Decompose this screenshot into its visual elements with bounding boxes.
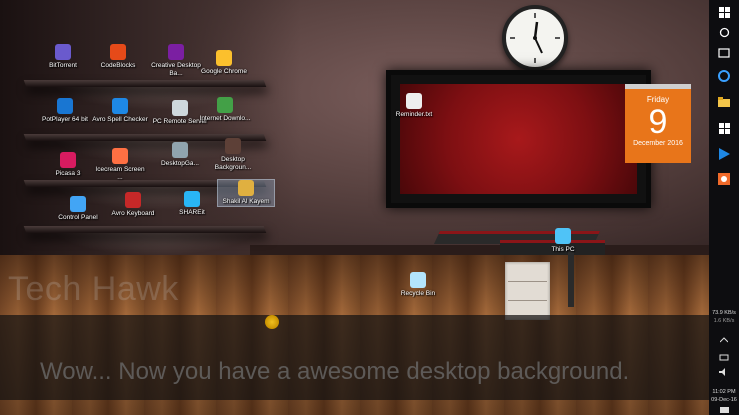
notification-icon — [719, 406, 729, 413]
control-panel-icon — [70, 196, 86, 212]
desktop-icon-label: This PC — [551, 246, 575, 253]
desktop-icon-label: Avro Spell Checker — [92, 116, 148, 123]
edge-button[interactable] — [714, 66, 734, 86]
bittorrent-icon — [55, 44, 71, 60]
desktop-icon-label: PotPlayer 64 bit — [42, 116, 88, 123]
desktop-gadgets-icon — [172, 142, 188, 158]
desktop-icon-label: Avro Keyboard — [111, 210, 155, 217]
desktop-icon-bittorrent[interactable]: BitTorrent — [35, 44, 91, 70]
desktop-icon-recycle-bin[interactable]: Recycle Bin — [390, 272, 446, 298]
tray-up-arrow[interactable] — [714, 330, 734, 350]
desktop-icon-chrome[interactable]: Google Chrome — [196, 50, 252, 76]
start-button[interactable] — [714, 2, 734, 22]
cursor-highlight — [265, 315, 279, 329]
desktop-icon-label: Icecream Screen ... — [95, 166, 145, 181]
desktop-icon-icecream[interactable]: Icecream Screen ... — [92, 148, 148, 181]
avro-spell-icon — [112, 98, 128, 114]
recycle-bin-icon — [410, 272, 426, 288]
play-icon — [719, 148, 730, 160]
desktop-background-icon — [225, 138, 241, 154]
desktop-icon-folder[interactable]: Shakil Al Kayem — [217, 179, 275, 207]
desktop-icon-label: Picasa 3 — [55, 170, 81, 177]
desktop-icon-control-panel[interactable]: Control Panel — [50, 196, 106, 222]
picasa-icon — [60, 152, 76, 168]
network-up: 73.9 KB/s — [712, 310, 736, 316]
desktop-icon-label: CodeBlocks — [100, 62, 136, 69]
creative-desktop-icon — [168, 44, 184, 60]
folder-icon — [238, 180, 254, 196]
avro-keyboard-icon — [125, 192, 141, 208]
desktop-icon-label: Internet Downlo... — [199, 115, 251, 122]
speaker-icon — [719, 368, 725, 376]
desktop-icon-label: Reminder.txt — [395, 111, 433, 118]
orange-app-icon — [718, 173, 730, 185]
file-explorer-button[interactable] — [714, 92, 734, 112]
desktop-icon-picasa[interactable]: Picasa 3 — [40, 152, 96, 178]
tray-volume[interactable] — [714, 362, 734, 382]
potplayer-icon — [57, 98, 73, 114]
desktop-icon-shareit[interactable]: SHAREit — [164, 191, 220, 217]
store-button[interactable] — [714, 118, 734, 138]
desktop-icon-desktop-background[interactable]: Desktop Backgroun... — [205, 138, 261, 171]
chevron-up-icon — [720, 337, 728, 343]
desktop-icon-idm[interactable]: Internet Downlo... — [197, 97, 253, 123]
icecream-icon — [112, 148, 128, 164]
shelf-4 — [23, 226, 267, 233]
desktop-icon-avro-keyboard[interactable]: Avro Keyboard — [105, 192, 161, 218]
desktop-icon-potplayer[interactable]: PotPlayer 64 bit — [37, 98, 93, 124]
desktop-icon-label: SHAREit — [179, 209, 205, 216]
red-board — [386, 70, 651, 208]
watermark: Tech Hawk — [8, 270, 179, 308]
search-button[interactable] — [714, 22, 734, 42]
desktop-icon-label: Desktop Backgroun... — [214, 156, 252, 171]
desktop-icon-this-pc[interactable]: This PC — [535, 228, 591, 254]
desk-drawers — [505, 262, 550, 320]
calendar-widget: Friday 9 December 2016 — [625, 84, 691, 163]
desktop-icon-label: Control Panel — [58, 214, 98, 221]
desktop-icon-codeblocks[interactable]: CodeBlocks — [90, 44, 146, 70]
desktop-icon-desktop-gadgets[interactable]: DesktopGa... — [152, 142, 208, 168]
desktop-icon-text-file[interactable]: Reminder.txt — [386, 93, 442, 119]
folder-icon — [718, 97, 730, 107]
shareit-icon — [184, 191, 200, 207]
desktop-icon-avro-spell[interactable]: Avro Spell Checker — [92, 98, 148, 124]
calendar-month-year: December 2016 — [633, 140, 683, 147]
this-pc-icon — [555, 228, 571, 244]
idm-icon — [217, 97, 233, 113]
pc-remote-icon — [172, 100, 188, 116]
taskbar: 73.9 KB/s 1.6 KB/s 11:02 PM 09-Dec-16 — [709, 0, 739, 415]
desktop-icon-label: Recycle Bin — [400, 290, 436, 297]
shelf-1 — [23, 80, 267, 87]
clock-date[interactable]: 09-Dec-16 — [709, 397, 739, 403]
store-icon — [718, 122, 730, 134]
app-button[interactable] — [714, 169, 734, 189]
network-icon — [719, 354, 729, 361]
subtitle-text: Wow... Now you have a awesome desktop ba… — [40, 358, 630, 385]
desktop-icon-label: Creative Desktop Ba... — [151, 62, 201, 77]
desktop-icon-label: Google Chrome — [201, 68, 247, 75]
task-view-icon — [718, 48, 730, 58]
clock-time[interactable]: 11:02 PM — [709, 389, 739, 395]
notification-button[interactable] — [714, 405, 734, 415]
calendar-day: 9 — [648, 103, 668, 141]
wall-clock — [502, 5, 568, 71]
network-down: 1.6 KB/s — [713, 318, 735, 324]
desk-leg — [568, 252, 574, 307]
desktop-icon-label: DesktopGa... — [161, 160, 199, 167]
search-circle-icon — [719, 27, 729, 37]
desktop-icon-label: BitTorrent — [49, 62, 77, 69]
codeblocks-icon — [110, 44, 126, 60]
task-view-button[interactable] — [714, 43, 734, 63]
desktop-icon-label: Shakil Al Kayem — [222, 198, 270, 205]
edge-icon — [718, 70, 730, 82]
media-player-button[interactable] — [714, 144, 734, 164]
windows-logo-icon — [718, 6, 730, 18]
chrome-icon — [216, 50, 232, 66]
text-file-icon — [406, 93, 422, 109]
